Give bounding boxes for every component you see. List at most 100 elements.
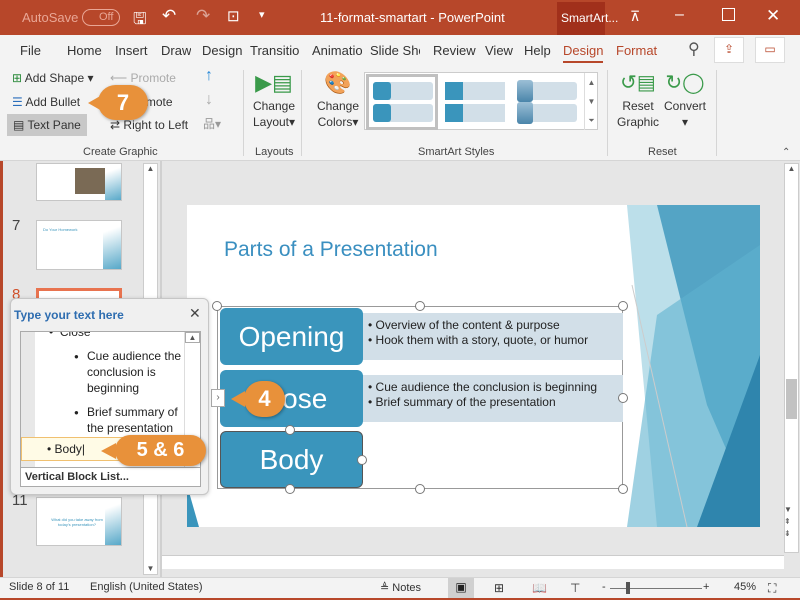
- add-bullet-button[interactable]: ☰ Add Bullet: [12, 95, 80, 109]
- slide-thumbnail-6[interactable]: [36, 163, 122, 201]
- close-icon[interactable]: ✕: [766, 6, 780, 26]
- reset-label: Reset: [622, 99, 654, 113]
- opening-block[interactable]: Opening: [220, 308, 363, 365]
- bullet: Cue audience the conclusion is beginning: [368, 380, 623, 395]
- text-pane-close-icon[interactable]: ✕: [189, 305, 201, 322]
- text-item-summary: Brief summary of the presentation: [87, 405, 178, 435]
- tab-help[interactable]: Help: [524, 43, 551, 58]
- style-option-3[interactable]: [517, 77, 583, 127]
- tab-file[interactable]: File: [20, 43, 41, 58]
- zoom-out-button[interactable]: -: [602, 581, 606, 593]
- tab-animations[interactable]: Animatio: [312, 43, 362, 58]
- change-layout-label-row: Layout▾: [252, 114, 296, 130]
- slide11-text: What did you take away from today's pres…: [51, 517, 103, 527]
- save-icon[interactable]: 🖫: [133, 8, 147, 35]
- zoom-in-button[interactable]: +: [703, 581, 709, 593]
- fit-to-window-icon[interactable]: ⛶: [768, 581, 776, 596]
- close-bullets[interactable]: Cue audience the conclusion is beginning…: [362, 375, 623, 422]
- slide-thumbnail-11[interactable]: What did you take away from today's pres…: [36, 497, 122, 546]
- scroll-up-icon[interactable]: ▲: [185, 332, 200, 343]
- zoom-slider[interactable]: [610, 588, 702, 589]
- language-status[interactable]: English (United States): [90, 581, 203, 593]
- tab-smartart-design[interactable]: Design: [563, 43, 604, 63]
- group-divider: [301, 70, 302, 156]
- resize-handle[interactable]: [618, 393, 628, 403]
- tab-transitions[interactable]: Transitio: [250, 43, 300, 58]
- text-item-cue: Cue audience the conclusion is beginning: [87, 349, 182, 395]
- resize-handle[interactable]: [415, 301, 425, 311]
- document-title: 11-format-smartart - PowerPoint: [320, 10, 505, 25]
- slide-title[interactable]: Parts of a Presentation: [224, 238, 438, 262]
- tab-design[interactable]: Design: [202, 43, 242, 58]
- right-to-left-button[interactable]: ⇄ Right to Left: [110, 118, 188, 132]
- style-option-1[interactable]: [366, 74, 438, 130]
- convert-button[interactable]: ↻◯ Convert ▾: [662, 70, 708, 150]
- layout-name-link[interactable]: Vertical Block List...: [20, 467, 201, 487]
- scrollbar-thumb[interactable]: [786, 379, 797, 419]
- tab-view[interactable]: View: [485, 43, 513, 58]
- editor-vertical-scrollbar[interactable]: ▲: [784, 163, 799, 553]
- editor-horizontal-scrollbar[interactable]: [162, 555, 784, 569]
- redo-icon[interactable]: ↷: [196, 6, 210, 26]
- slideshow-view-icon[interactable]: ⊤: [570, 581, 580, 595]
- tab-review[interactable]: Review: [433, 43, 476, 58]
- add-shape-button[interactable]: ⊞ Add Shape ▾: [12, 71, 94, 85]
- layout-org-icon[interactable]: 品▾: [203, 115, 221, 132]
- tab-insert[interactable]: Insert: [115, 43, 148, 58]
- slide-thumbnail-7[interactable]: Do Your Homework: [36, 220, 122, 270]
- normal-view-icon[interactable]: ▣: [448, 578, 474, 598]
- tab-smartart-format[interactable]: Format: [616, 43, 657, 58]
- callout-pointer: [231, 391, 245, 407]
- share-icon[interactable]: ⇪: [714, 37, 744, 63]
- present-icon[interactable]: ⊡: [227, 7, 240, 25]
- search-icon[interactable]: ⚲: [688, 39, 700, 59]
- move-down-icon[interactable]: ↓: [205, 91, 213, 109]
- resize-handle[interactable]: [618, 301, 628, 311]
- maximize-icon[interactable]: [722, 8, 735, 21]
- scroll-up-icon[interactable]: ▲: [144, 164, 157, 173]
- resize-handle[interactable]: [285, 425, 295, 435]
- slide-sorter-icon[interactable]: ⊞: [494, 581, 504, 595]
- promote-label: Promote: [130, 71, 176, 85]
- opening-bullets[interactable]: Overview of the content & purposeHook th…: [362, 313, 623, 360]
- autosave-toggle[interactable]: Off: [82, 9, 120, 26]
- undo-icon[interactable]: ↶: [162, 6, 176, 26]
- reset-graphic-button[interactable]: ↺▤ Reset Graphic: [614, 70, 662, 150]
- reading-view-icon[interactable]: 📖: [532, 581, 547, 595]
- zoom-slider-thumb[interactable]: [625, 582, 630, 594]
- change-colors-label-row: Colors▾: [314, 114, 362, 130]
- comments-icon[interactable]: ▭: [755, 37, 785, 63]
- text-pane-title: Type your text here: [14, 308, 124, 322]
- notes-button[interactable]: ≜ Notes: [380, 581, 421, 594]
- scroll-up-icon[interactable]: ▲: [785, 164, 798, 173]
- text-pane-button[interactable]: ▤ Text Pane: [7, 114, 87, 136]
- zoom-level[interactable]: 45%: [734, 581, 756, 593]
- style-option-2[interactable]: [445, 77, 511, 127]
- move-up-icon[interactable]: ↑: [205, 67, 213, 85]
- resize-handle[interactable]: [415, 484, 425, 494]
- customize-qat-icon[interactable]: ▾: [259, 8, 265, 21]
- gallery-scroll[interactable]: ▲ ▼ ⏷: [584, 73, 598, 130]
- tab-draw[interactable]: Draw: [161, 43, 191, 58]
- ribbon-display-icon[interactable]: ⊼: [630, 8, 640, 25]
- text-item: • Body|: [47, 442, 86, 456]
- tab-slide-show[interactable]: Slide Sho: [370, 43, 420, 58]
- slide-nav-arrows[interactable]: ▼ ⇞ ⇟: [784, 504, 792, 540]
- resize-handle[interactable]: [285, 484, 295, 494]
- scroll-down-icon[interactable]: ▼: [144, 564, 157, 573]
- title-bar: AutoSave Off 🖫 ↶ ↷ ⊡ ▾ 11-format-smartar…: [0, 0, 800, 35]
- change-colors-button[interactable]: 🎨 Change Colors▾: [314, 70, 362, 150]
- text-pane-toggle[interactable]: ›: [211, 389, 225, 407]
- tab-home[interactable]: Home: [67, 43, 102, 58]
- resize-handle[interactable]: [357, 455, 367, 465]
- collapse-ribbon-icon[interactable]: ⌃: [782, 147, 790, 158]
- ribbon-tabs: File Home Insert Draw Design Transitio A…: [0, 35, 800, 65]
- minimize-icon[interactable]: –: [675, 6, 684, 24]
- promote-button[interactable]: ⟵ Promote: [110, 71, 176, 85]
- resize-handle[interactable]: [212, 301, 222, 311]
- body-block[interactable]: Body: [220, 431, 363, 488]
- change-layout-button[interactable]: ▶▤ Change Layout▾: [252, 70, 296, 150]
- chevron-down-icon: ▾: [681, 115, 689, 129]
- chevron-down-icon: ▾: [352, 115, 359, 129]
- resize-handle[interactable]: [618, 484, 628, 494]
